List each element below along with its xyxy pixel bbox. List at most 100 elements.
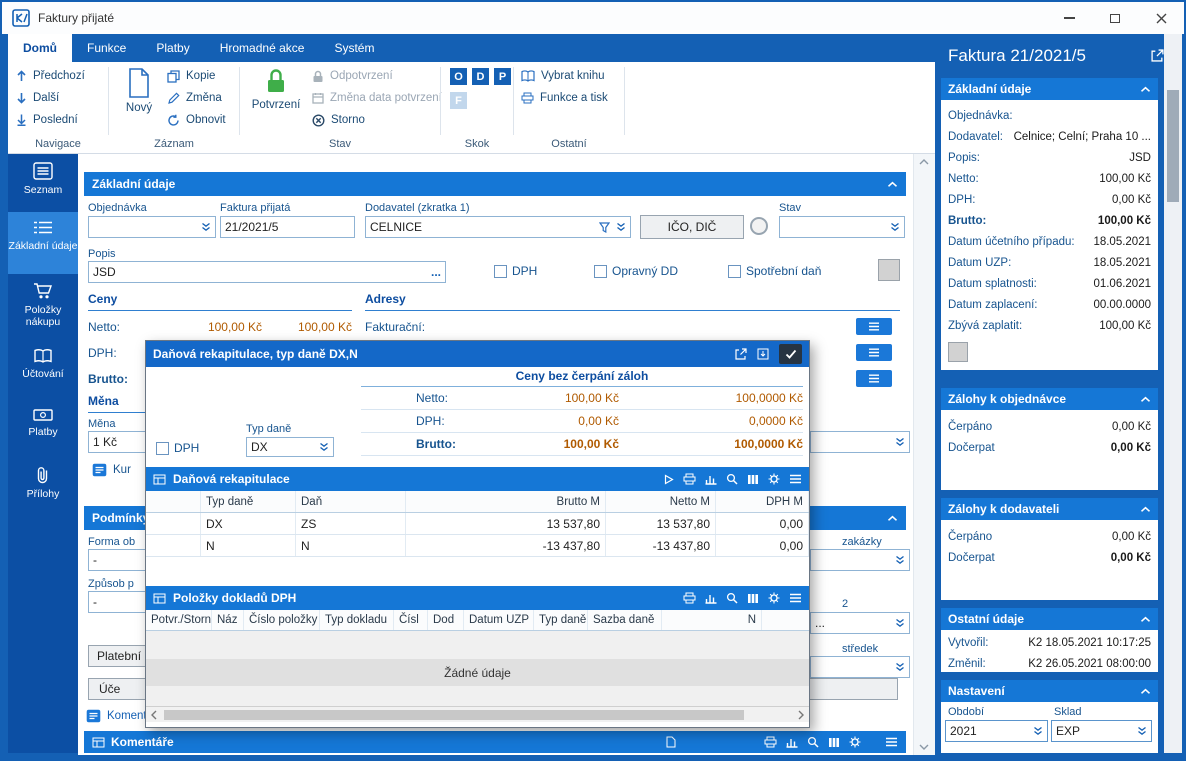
scroll-left-icon[interactable] <box>151 710 157 720</box>
popis-input[interactable]: JSD ... <box>88 261 446 283</box>
color-indicator-button[interactable] <box>878 259 900 281</box>
stredisko-combo[interactable] <box>810 656 910 678</box>
ellipsis-button[interactable]: ... <box>431 265 441 279</box>
popout-icon[interactable] <box>735 348 747 360</box>
columns-icon[interactable] <box>747 474 759 485</box>
chart-icon[interactable] <box>705 474 717 485</box>
tab-domu[interactable]: Domů <box>8 34 72 62</box>
chart-icon[interactable] <box>705 593 717 604</box>
columns-icon[interactable] <box>747 593 759 604</box>
minimize-button[interactable] <box>1046 2 1092 34</box>
scrollbar-thumb[interactable] <box>1167 90 1179 202</box>
tab-hromadne-akce[interactable]: Hromadné akce <box>205 34 320 62</box>
rekap-row-2[interactable]: N N -13 437,80 -13 437,80 0,00 <box>146 535 809 557</box>
faktura-prijata-input[interactable]: 21/2021/5 <box>220 216 355 238</box>
col-typ-dane[interactable]: Typ daně <box>201 491 296 512</box>
sklad-combo[interactable]: EXP <box>1051 720 1152 742</box>
menu-icon[interactable] <box>789 474 802 484</box>
tab-system[interactable]: Systém <box>319 34 389 62</box>
ribbon-copy-button[interactable]: Kopie <box>167 66 215 86</box>
tab-funkce[interactable]: Funkce <box>72 34 141 62</box>
page-icon[interactable] <box>666 736 676 748</box>
jump-p-button[interactable]: P <box>494 68 511 85</box>
play-icon[interactable] <box>664 473 674 485</box>
kurz-button[interactable]: Kur <box>92 460 131 480</box>
panel-scrollbar[interactable] <box>1164 34 1182 753</box>
color-indicator-button[interactable] <box>948 342 968 362</box>
menu-icon[interactable] <box>789 593 802 603</box>
dodavatel-combo[interactable]: CELNICE <box>365 216 631 238</box>
search-icon[interactable] <box>807 736 819 748</box>
col-nazev[interactable]: Náz <box>212 610 244 630</box>
col-typ-dane[interactable]: Typ daně <box>534 610 588 630</box>
panel-header-nastaveni[interactable]: Nastavení <box>941 680 1158 702</box>
address-menu-button-2[interactable] <box>856 344 892 361</box>
section-header-komentare[interactable]: Komentáře <box>84 731 906 753</box>
print-icon[interactable] <box>683 473 696 485</box>
panel-header-zalohy-dodavateli[interactable]: Zálohy k dodavateli <box>941 498 1158 520</box>
scroll-down-icon[interactable] <box>919 744 929 750</box>
sidebar-item-uctovani[interactable]: Účtování <box>8 340 78 400</box>
col-datum-uzp[interactable]: Datum UZP <box>464 610 534 630</box>
modal-horizontal-scrollbar[interactable] <box>146 706 809 722</box>
ribbon-select-book-button[interactable]: Vybrat knihu <box>521 66 605 86</box>
popout-icon[interactable] <box>1151 49 1164 62</box>
rekap-row-1[interactable]: DX ZS 13 537,80 13 537,80 0,00 <box>146 513 809 535</box>
col-typ-dokladu[interactable]: Typ dokladu <box>320 610 394 630</box>
filter-icon[interactable] <box>599 221 610 233</box>
address-menu-button-3[interactable] <box>856 370 892 387</box>
ribbon-refresh-button[interactable]: Obnovit <box>167 110 226 130</box>
col-cislo-polozky[interactable]: Číslo položky <box>244 610 320 630</box>
section-header-zakladni-udaje[interactable]: Základní údaje <box>84 172 906 196</box>
gear-icon[interactable] <box>768 473 780 485</box>
ribbon-edit-button[interactable]: Změna <box>167 88 222 108</box>
ico-dic-button[interactable]: IČO, DIČ <box>640 215 744 239</box>
typ-dane-combo[interactable]: DX <box>246 437 334 457</box>
scrollbar-thumb[interactable] <box>164 710 744 720</box>
col-dph-m[interactable]: DPH M <box>716 491 809 512</box>
col-n[interactable]: N <box>662 610 762 630</box>
stav-combo[interactable] <box>779 216 905 238</box>
main-scrollbar[interactable] <box>913 154 935 755</box>
ribbon-last-button[interactable]: Poslední <box>16 110 78 130</box>
sidebar-item-polozky-nakupu[interactable]: Položky nákupu <box>8 274 78 340</box>
zakazka-combo[interactable] <box>810 549 910 571</box>
sidebar-item-zakladni-udaje[interactable]: Základní údaje <box>8 212 78 274</box>
gear-icon[interactable] <box>768 592 780 604</box>
jump-o-button[interactable]: O <box>450 68 467 85</box>
col-cislo[interactable]: Čísl <box>394 610 428 630</box>
close-button[interactable] <box>1138 2 1184 34</box>
col-potvr-storno[interactable]: Potvr./Storno <box>146 610 212 630</box>
ribbon-next-button[interactable]: Další <box>16 88 59 108</box>
address-menu-button-1[interactable] <box>856 318 892 335</box>
columns-icon[interactable] <box>828 737 840 748</box>
col-sazba-dane[interactable]: Sazba daně <box>588 610 662 630</box>
panel-header-zalohy-objednavce[interactable]: Zálohy k objednávce <box>941 388 1158 410</box>
ribbon-previous-button[interactable]: Předchozí <box>16 66 85 86</box>
tab-platby[interactable]: Platby <box>141 34 204 62</box>
gear-icon[interactable] <box>849 736 861 748</box>
panel-header-zakladni[interactable]: Základní údaje <box>941 78 1158 100</box>
dialog-titlebar[interactable]: Daňová rekapitulace, typ daně DX,N <box>146 341 809 367</box>
dph-checkbox[interactable]: DPH <box>494 264 537 278</box>
jump-d-button[interactable]: D <box>472 68 489 85</box>
col-dan[interactable]: Daň <box>296 491 406 512</box>
sidebar-item-prilohy[interactable]: Přílohy <box>8 458 78 518</box>
col-netto-m[interactable]: Netto M <box>606 491 716 512</box>
search-icon[interactable] <box>726 592 738 604</box>
col-brutto-m[interactable]: Brutto M <box>406 491 606 512</box>
panel-header-ostatni[interactable]: Ostatní údaje <box>941 608 1158 630</box>
mena-combo[interactable]: 1 Kč <box>88 431 146 453</box>
modal-dph-checkbox[interactable]: DPH <box>156 441 199 455</box>
status-indicator[interactable] <box>750 217 768 235</box>
ribbon-new-button[interactable]: Nový <box>115 68 163 114</box>
ribbon-confirm-button[interactable]: Potvrzení <box>246 68 306 111</box>
search-icon[interactable] <box>726 473 738 485</box>
dock-icon[interactable] <box>757 348 769 360</box>
menu-icon[interactable] <box>885 737 898 747</box>
confirm-check-button[interactable] <box>779 344 802 364</box>
objednavka-combo[interactable] <box>88 216 216 238</box>
ribbon-storno-button[interactable]: Storno <box>312 110 365 130</box>
dropdown-icon[interactable] <box>616 222 626 232</box>
ribbon-functions-print-button[interactable]: Funkce a tisk <box>521 88 608 108</box>
